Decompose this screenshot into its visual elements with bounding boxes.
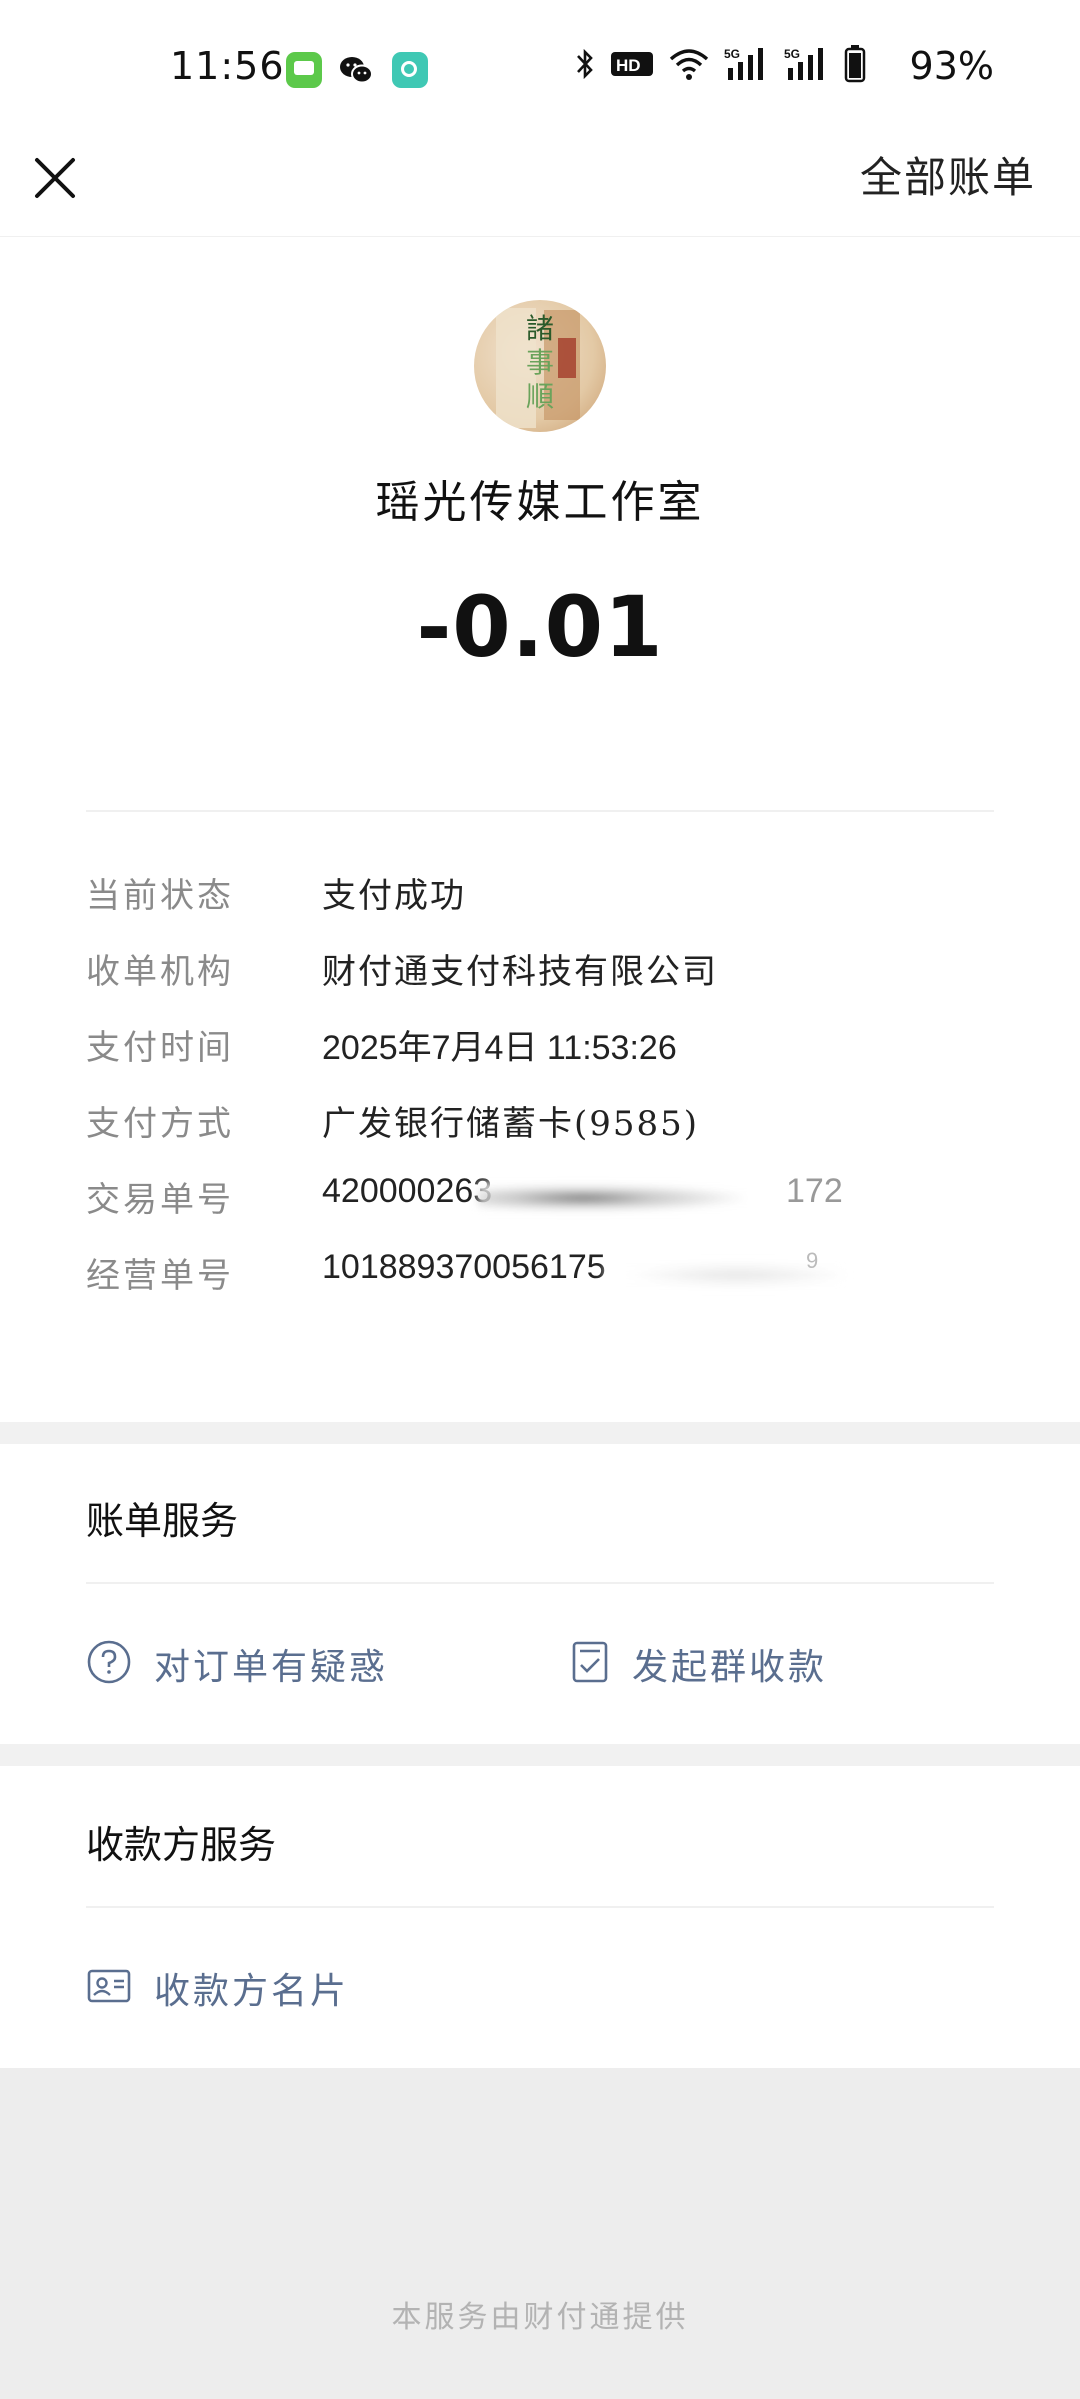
redacted-mask bbox=[478, 1182, 778, 1214]
detail-label: 支付方式 bbox=[86, 1104, 234, 1144]
bluetooth-icon bbox=[574, 46, 596, 86]
service-label: 发起群收款 bbox=[632, 1647, 828, 1688]
detail-label: 支付时间 bbox=[86, 1028, 234, 1068]
detail-value: 2025年7月4日 11:53:26 bbox=[322, 1029, 677, 1067]
detail-row-transaction-id: 交易单号 420000263 172 bbox=[86, 1172, 994, 1232]
detail-row-method: 支付方式 广发银行储蓄卡(9585) bbox=[86, 1096, 994, 1156]
messages-app-icon bbox=[286, 52, 322, 88]
business-card-icon bbox=[86, 1966, 132, 2010]
checklist-icon bbox=[570, 1639, 610, 1689]
detail-value: 420000263 bbox=[322, 1172, 493, 1210]
merchant-name: 瑶光传媒工作室 bbox=[375, 477, 705, 528]
group-collect-button[interactable]: 发起群收款 bbox=[570, 1638, 827, 1690]
payment-amount: -0.01 bbox=[416, 578, 664, 676]
service-label: 对订单有疑惑 bbox=[154, 1647, 389, 1688]
payee-card-button[interactable]: 收款方名片 bbox=[86, 1962, 349, 2014]
service-label: 收款方名片 bbox=[154, 1971, 350, 2012]
footer-area bbox=[0, 2068, 1080, 2399]
system-icons: HD 5G 5G bbox=[574, 44, 866, 88]
detail-value: 支付成功 bbox=[322, 876, 466, 916]
question-circle-icon bbox=[86, 1639, 132, 1689]
wechat-icon bbox=[338, 52, 374, 88]
merchant-avatar: 諸 事 順 bbox=[474, 300, 606, 432]
wifi-icon bbox=[668, 47, 710, 85]
detail-row-status: 当前状态 支付成功 bbox=[86, 868, 994, 928]
5g-signal-icon: 5G bbox=[724, 46, 770, 86]
section-separator bbox=[0, 1744, 1080, 1766]
detail-value: 广发银行储蓄卡(9585) bbox=[322, 1104, 700, 1144]
order-question-button[interactable]: 对订单有疑惑 bbox=[86, 1638, 388, 1690]
svg-text:順: 順 bbox=[526, 380, 554, 413]
payee-services-title: 收款方服务 bbox=[86, 1823, 277, 1867]
status-bar: 11:56 HD 5G 5G 93% bbox=[0, 0, 1080, 140]
detail-value-tail: 172 bbox=[786, 1172, 843, 1210]
detail-row-time: 支付时间 2025年7月4日 11:53:26 bbox=[86, 1020, 994, 1080]
close-icon bbox=[33, 156, 77, 204]
battery-percent: 93% bbox=[909, 44, 994, 88]
svg-text:事: 事 bbox=[526, 346, 554, 379]
divider bbox=[86, 810, 994, 812]
detail-value: 101889370056175 bbox=[322, 1248, 606, 1286]
svg-text:5G: 5G bbox=[784, 47, 800, 61]
all-bills-link[interactable]: 全部账单 bbox=[860, 144, 1036, 205]
divider bbox=[86, 1906, 994, 1908]
detail-value-tail: 9 bbox=[806, 1248, 819, 1273]
quark-app-icon bbox=[392, 52, 428, 88]
divider bbox=[86, 1582, 994, 1584]
svg-text:諸: 諸 bbox=[526, 312, 554, 345]
svg-text:HD: HD bbox=[616, 56, 641, 75]
battery-icon bbox=[844, 45, 866, 87]
5g-signal-icon: 5G bbox=[784, 46, 830, 86]
section-separator bbox=[0, 1422, 1080, 1444]
detail-label: 交易单号 bbox=[86, 1180, 234, 1220]
close-button[interactable] bbox=[30, 150, 80, 210]
detail-row-acquirer: 收单机构 财付通支付科技有限公司 bbox=[86, 944, 994, 1004]
top-nav: 全部账单 bbox=[0, 140, 1080, 237]
detail-label: 当前状态 bbox=[86, 876, 234, 916]
footer-text: 本服务由财付通提供 bbox=[391, 2300, 689, 2335]
detail-label: 经营单号 bbox=[86, 1256, 234, 1296]
detail-label: 收单机构 bbox=[86, 952, 234, 992]
svg-text:5G: 5G bbox=[724, 47, 740, 61]
detail-row-merchant-order-id: 经营单号 101889370056175 9 bbox=[86, 1248, 994, 1308]
bill-services-title: 账单服务 bbox=[86, 1499, 239, 1543]
detail-value: 财付通支付科技有限公司 bbox=[322, 952, 718, 992]
status-time: 11:56 bbox=[170, 44, 285, 88]
hd-voice-icon: HD bbox=[610, 49, 654, 83]
